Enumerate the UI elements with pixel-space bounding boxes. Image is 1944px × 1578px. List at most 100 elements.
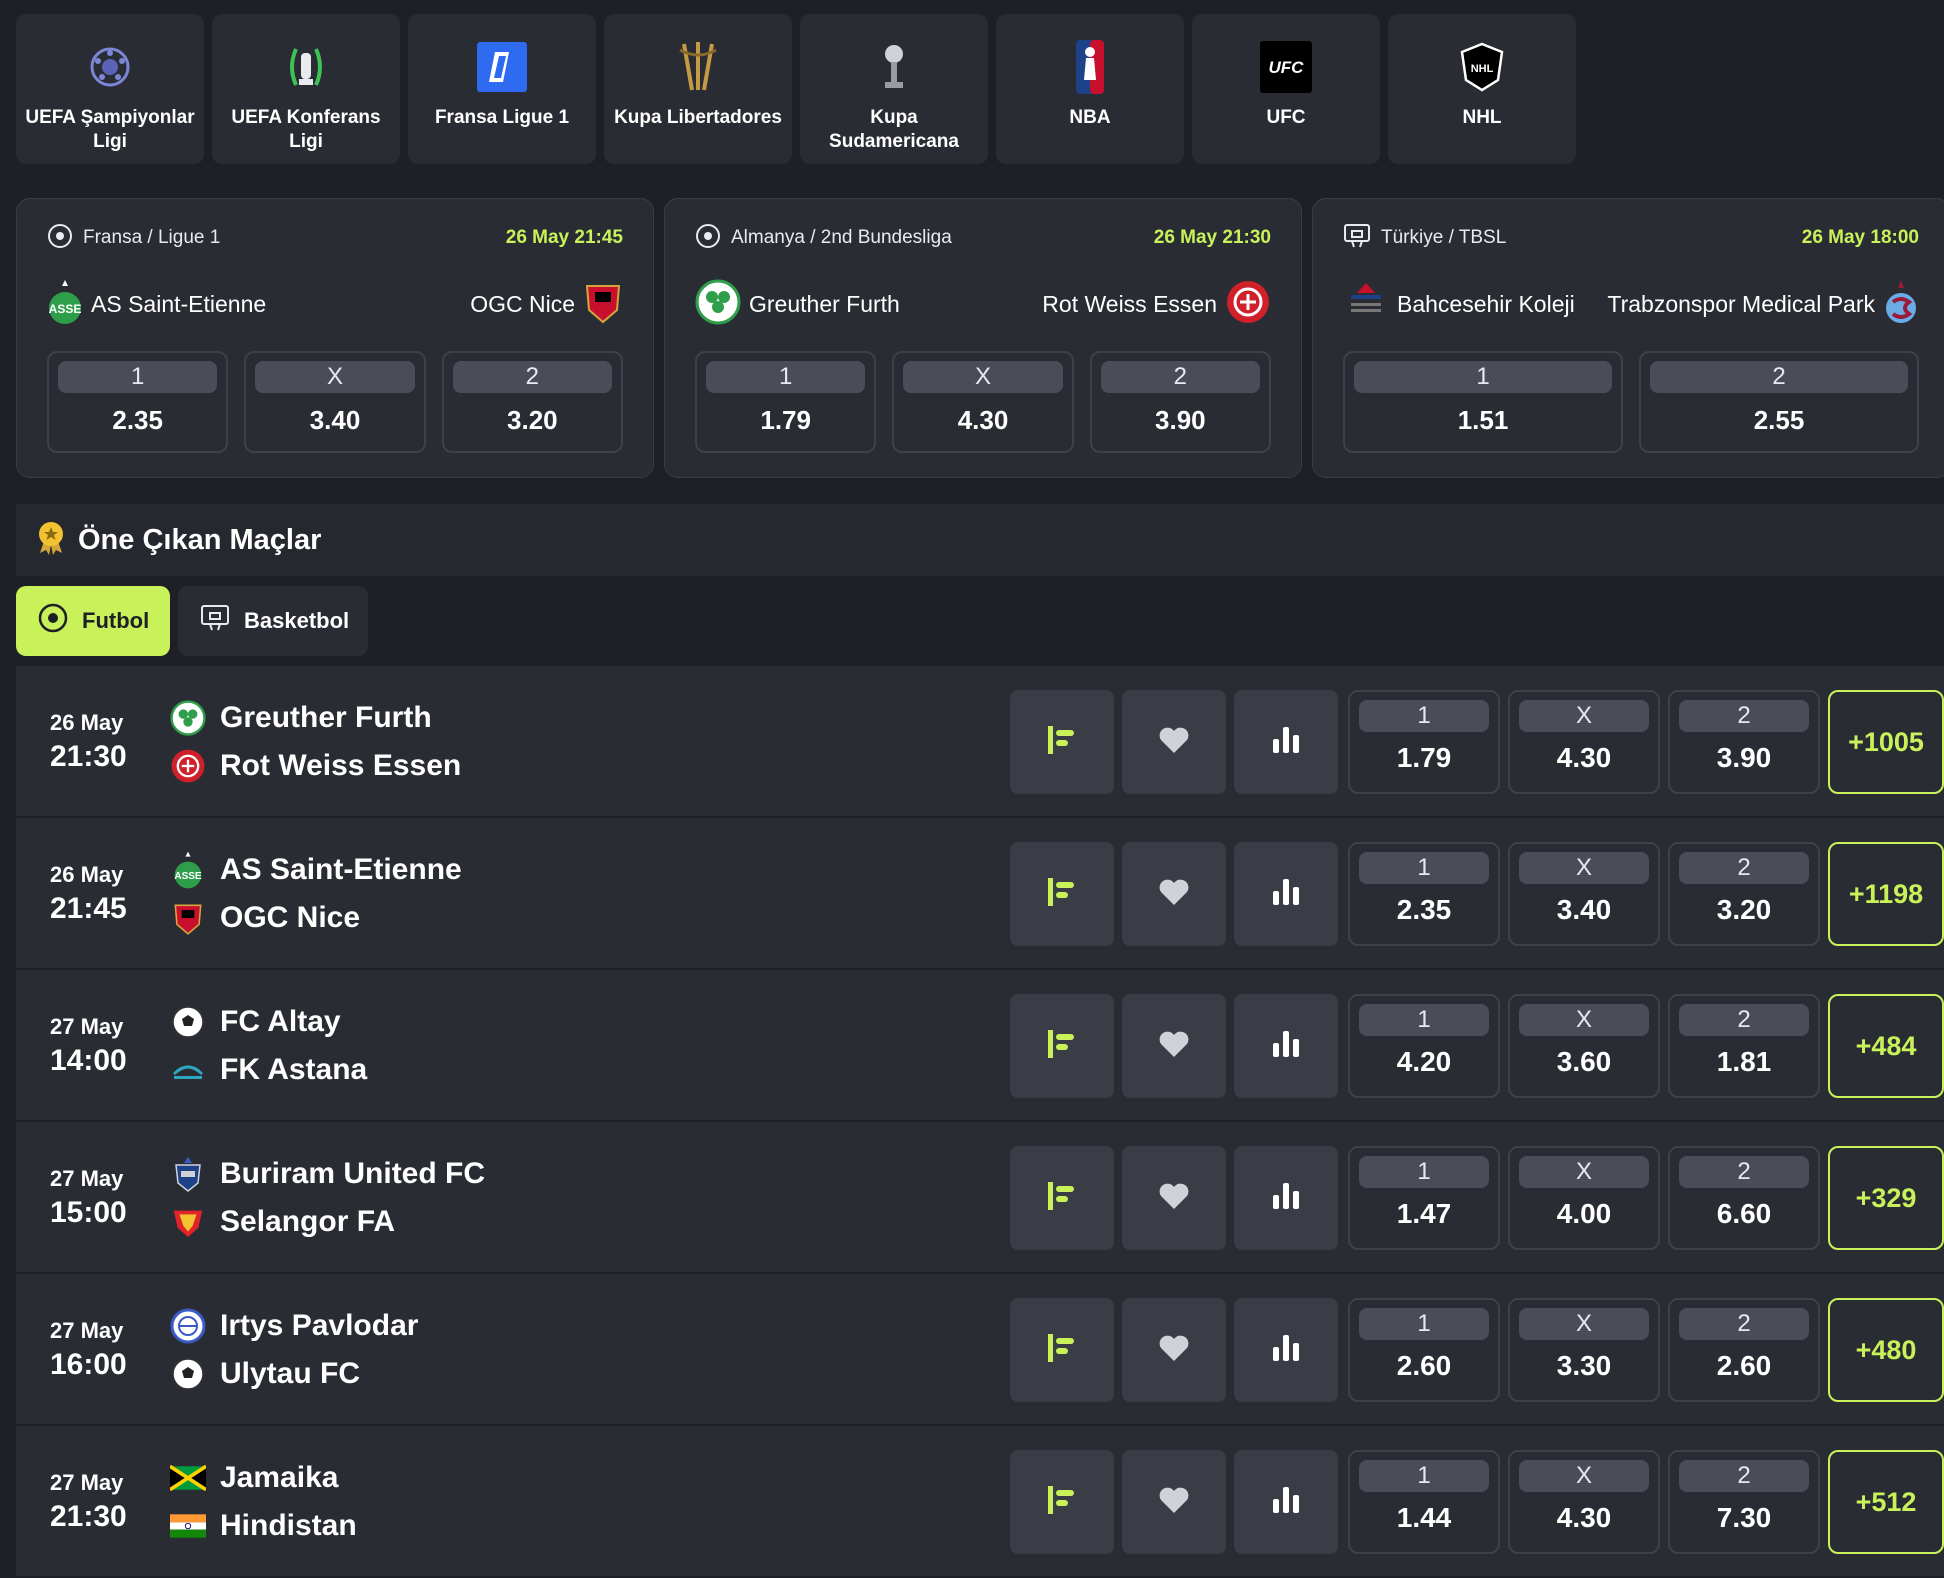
match-time: 15:00 (50, 1196, 127, 1229)
buriram-crest-icon (170, 1156, 206, 1192)
league-tile-label: Kupa Sudamericana (829, 107, 959, 152)
card-header: Türkiye / TBSL 26 May 18:00 (1343, 223, 1919, 251)
match-time: 21:30 (50, 740, 127, 773)
more-markets-button[interactable]: +484 (1828, 994, 1944, 1098)
tab-label: Basketbol (244, 608, 350, 633)
soccer-ball-icon (695, 223, 721, 254)
odd-value: 3.40 (309, 405, 361, 435)
league-tile-libertadores[interactable]: Kupa Libertadores (604, 14, 792, 164)
odd-button[interactable]: 1 1.47 (1348, 1146, 1500, 1250)
odd-button[interactable]: X 4.30 (1508, 690, 1660, 794)
tab-basketbol[interactable]: Basketbol (178, 586, 368, 656)
match-odds: 1 4.20 X 3.60 2 1.81 (1348, 994, 1820, 1098)
bar-chart-icon (1269, 1179, 1303, 1218)
league-tile-ucl[interactable]: UEFA Şampiyonlar Ligi (16, 14, 204, 164)
odd-button[interactable]: 2 3.20 (1668, 842, 1820, 946)
odd-button[interactable]: 1 1.44 (1348, 1450, 1500, 1554)
stats-button[interactable] (1234, 1450, 1338, 1554)
stats-button[interactable] (1234, 842, 1338, 946)
favorite-button[interactable] (1122, 842, 1226, 946)
lineup-button[interactable] (1010, 1450, 1114, 1554)
odd-button[interactable]: 2 3.90 (1668, 690, 1820, 794)
odd-button[interactable]: X 3.40 (244, 351, 426, 453)
odd-button[interactable]: 1 2.35 (1348, 842, 1500, 946)
lineup-button[interactable] (1010, 994, 1114, 1098)
odd-button[interactable]: X 3.30 (1508, 1298, 1660, 1402)
lineup-button[interactable] (1010, 1298, 1114, 1402)
league-tile-nba[interactable]: NBA (996, 14, 1184, 164)
card-header: Fransa / Ligue 1 26 May 21:45 (47, 223, 623, 251)
match-day: 27 May (50, 1318, 124, 1343)
odd-button[interactable]: 2 7.30 (1668, 1450, 1820, 1554)
more-markets-button[interactable]: +480 (1828, 1298, 1944, 1402)
match-card[interactable]: Fransa / Ligue 1 26 May 21:45 ASSE AS Sa… (16, 198, 654, 478)
stats-button[interactable] (1234, 1298, 1338, 1402)
favorite-button[interactable] (1122, 1146, 1226, 1250)
tab-futbol[interactable]: Futbol (16, 586, 170, 656)
league-tile-label: Fransa Ligue 1 (434, 107, 570, 128)
odd-button[interactable]: 1 2.60 (1348, 1298, 1500, 1402)
match-actions (1010, 1146, 1338, 1250)
home-team: AS Saint-Etienne (220, 853, 462, 886)
match-day: 27 May (50, 1014, 124, 1039)
more-markets-button[interactable]: +1005 (1828, 690, 1944, 794)
card-odds: 1 2.35 X 3.40 2 3.20 (47, 351, 623, 453)
more-markets-button[interactable]: +1198 (1828, 842, 1944, 946)
league-tile-uecl[interactable]: UEFA Konferans Ligi (212, 14, 400, 164)
league-tile-ligue1[interactable]: Fransa Ligue 1 (408, 14, 596, 164)
league-tile-nhl[interactable]: NHL NHL (1388, 14, 1576, 164)
odd-button[interactable]: 1 2.35 (47, 351, 229, 453)
card-header: Almanya / 2nd Bundesliga 26 May 21:30 (695, 223, 1271, 254)
odd-button[interactable]: 1 1.51 (1343, 351, 1623, 453)
odd-value: 3.20 (1716, 894, 1772, 925)
odd-button[interactable]: 2 2.55 (1639, 351, 1919, 453)
odd-button[interactable]: X 4.00 (1508, 1146, 1660, 1250)
more-markets-button[interactable]: +512 (1828, 1450, 1944, 1554)
odd-button[interactable]: 2 2.60 (1668, 1298, 1820, 1402)
stats-button[interactable] (1234, 994, 1338, 1098)
favorite-button[interactable] (1122, 1298, 1226, 1402)
match-row[interactable]: 27 May 21:30 Jamaika Hindistan 1 1.44 X 4.… (16, 1426, 1944, 1578)
champions-league-icon (83, 40, 137, 94)
nice-crest-icon (583, 278, 623, 331)
odd-button[interactable]: 2 6.60 (1668, 1146, 1820, 1250)
rot-weiss-essen-crest-icon (170, 748, 206, 784)
match-row[interactable]: 26 May 21:30 Greuther Furth Rot Weiss Es… (16, 666, 1944, 818)
odd-button[interactable]: X 4.30 (1508, 1450, 1660, 1554)
odd-button[interactable]: X 3.60 (1508, 994, 1660, 1098)
odd-button[interactable]: 1 1.79 (1348, 690, 1500, 794)
heart-icon (1157, 1333, 1191, 1368)
league-tile-ufc[interactable]: UFC UFC (1192, 14, 1380, 164)
odd-button[interactable]: 1 1.79 (695, 351, 877, 453)
match-time: 21:45 (50, 892, 127, 925)
odd-button[interactable]: X 4.30 (892, 351, 1074, 453)
stats-button[interactable] (1234, 690, 1338, 794)
match-row[interactable]: 27 May 15:00 Buriram United FC Selangor … (16, 1122, 1944, 1274)
match-row[interactable]: 26 May 21:45 ASSE AS Saint-Etienne OGC Ni… (16, 818, 1944, 970)
stats-button[interactable] (1234, 1146, 1338, 1250)
odd-value: 3.90 (1155, 405, 1206, 435)
odd-button[interactable]: 2 3.90 (1089, 351, 1271, 453)
favorite-button[interactable] (1122, 994, 1226, 1098)
match-row[interactable]: 27 May 14:00 FC Altay FK Astana 1 4.20 X3… (16, 970, 1944, 1122)
odd-button[interactable]: 1 4.20 (1348, 994, 1500, 1098)
lineup-button[interactable] (1010, 690, 1114, 794)
odd-button[interactable]: 2 1.81 (1668, 994, 1820, 1098)
odd-value: 1.81 (1716, 1046, 1772, 1077)
lineup-button[interactable] (1010, 842, 1114, 946)
odd-button[interactable]: 2 3.20 (441, 351, 623, 453)
favorite-button[interactable] (1122, 690, 1226, 794)
match-teams: ASSE AS Saint-Etienne OGC Nice (170, 846, 462, 942)
lineup-button[interactable] (1010, 1146, 1114, 1250)
match-card[interactable]: Türkiye / TBSL 26 May 18:00 Bahcesehir K… (1312, 198, 1944, 478)
odd-value: 1.47 (1396, 1198, 1452, 1229)
soccer-ball-icon (170, 1004, 206, 1040)
match-card[interactable]: Almanya / 2nd Bundesliga 26 May 21:30 Gr… (664, 198, 1302, 478)
match-row[interactable]: 27 May 16:00 Irtys Pavlodar Ulytau FC 12… (16, 1274, 1944, 1426)
odd-button[interactable]: X 3.40 (1508, 842, 1660, 946)
home-team: Buriram United FC (220, 1157, 486, 1190)
favorite-button[interactable] (1122, 1450, 1226, 1554)
league-tile-sudamericana[interactable]: Kupa Sudamericana (800, 14, 988, 164)
more-markets-button[interactable]: +329 (1828, 1146, 1944, 1250)
match-odds: 1 1.79 X 4.30 2 3.90 (1348, 690, 1820, 794)
